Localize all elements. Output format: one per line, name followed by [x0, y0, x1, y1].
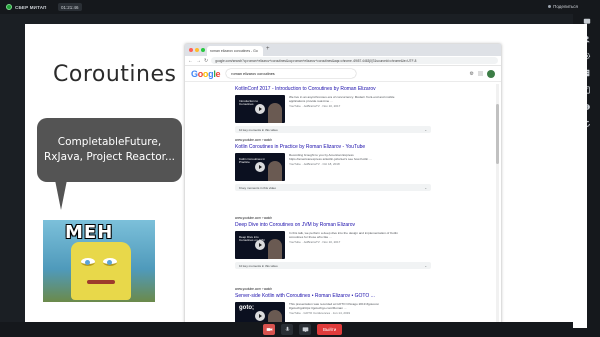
result-url: www.youtube.com › watch [235, 138, 273, 142]
microphone-toggle-button[interactable] [281, 324, 293, 335]
screen-share-button[interactable] [299, 324, 311, 335]
camera-off-icon [266, 328, 272, 331]
result-title-link[interactable]: Server-side Kotlin with Coroutines • Rom… [235, 293, 435, 299]
leave-button[interactable]: Выйти [317, 324, 343, 335]
screen-share-icon [302, 327, 308, 332]
chevron-down-icon: ⌄ [424, 263, 427, 268]
bottom-control-bar: Выйти [0, 322, 573, 337]
slide: Coroutines CompletableFuture, RxJava, Pr… [25, 24, 587, 332]
result-meta: YouTube · GOTO Conferences · Jun 14, 201… [289, 310, 351, 315]
scrollbar[interactable] [496, 84, 499, 324]
scrollbar-thumb[interactable] [496, 104, 499, 164]
presentation-stage: Coroutines CompletableFuture, RxJava, Pr… [0, 14, 587, 332]
google-search-input[interactable]: roman elizarov coroutines [226, 69, 356, 78]
share-icon [548, 5, 552, 8]
browser-tab-strip: roman elizarov coroutines - Go + [185, 44, 501, 56]
video-thumbnail[interactable]: Introduction to Coroutines [235, 94, 285, 123]
key-moments-toggle[interactable]: 9 key moments in this video ⌄ [235, 183, 431, 191]
reload-icon[interactable]: ↻ [204, 58, 208, 64]
key-moments-toggle[interactable]: 10 key moments in this video ⌄ [235, 261, 431, 269]
result-snippet: In this talk, we perform a deep dive int… [289, 230, 398, 239]
camera-toggle-button[interactable] [263, 324, 275, 335]
result-snippet: We live in an asynchronous era of concur… [289, 94, 395, 103]
search-result: www.youtube.com › watch Deep Dive into C… [235, 216, 435, 269]
call-controls: Выйти [263, 324, 343, 335]
top-bar: СБЕР МИТАП 01:21:46 Поделиться [0, 0, 600, 14]
result-meta: YouTube · JetBrainsTV · Nov 10, 2017 [289, 239, 341, 244]
result-snippet: Recording brought to you by American Exp… [289, 152, 372, 161]
search-result: KotlinConf 2017 - Introduction to Corout… [235, 84, 435, 133]
browser-window: roman elizarov coroutines - Go + ← → ↻ g… [185, 44, 501, 332]
result-snippet: This presentation was recorded at GOTO C… [289, 301, 380, 310]
maximize-window-icon[interactable] [201, 48, 205, 52]
close-window-icon[interactable] [189, 48, 193, 52]
video-thumbnail[interactable]: Kotlin Coroutines in Practice [235, 152, 285, 181]
window-controls [189, 48, 205, 52]
address-row: ← → ↻ google.com/search?q=roman+elizarov… [185, 56, 501, 66]
settings-icon[interactable]: ⚙ [470, 71, 474, 77]
meme-caption: MEH [65, 222, 114, 243]
app-logo: СБЕР МИТАП [6, 3, 47, 11]
slide-title: Coroutines [53, 62, 177, 87]
share-label: Поделиться [553, 4, 578, 9]
result-title-link[interactable]: KotlinConf 2017 - Introduction to Corout… [235, 86, 435, 92]
play-icon[interactable] [255, 239, 265, 250]
back-arrow-icon[interactable]: ← [188, 58, 193, 64]
search-result: www.youtube.com › watch Kotlin Coroutine… [235, 138, 435, 191]
app-title: СБЕР МИТАП [15, 4, 47, 10]
chevron-down-icon: ⌄ [424, 185, 427, 190]
minimize-window-icon[interactable] [195, 48, 199, 52]
video-thumbnail[interactable]: Deep Dive into Coroutines on JVM [235, 230, 285, 259]
google-search-header: Google roman elizarov coroutines ⚙ [185, 66, 501, 82]
account-avatar[interactable] [487, 69, 495, 78]
result-url: www.youtube.com › watch [235, 216, 273, 220]
key-moments-toggle[interactable]: 10 key moments in this video ⌄ [235, 125, 431, 133]
address-bar[interactable]: google.com/search?q=roman+elizarov+corou… [211, 57, 498, 64]
new-tab-icon[interactable]: + [266, 46, 270, 52]
result-meta: YouTube · JetBrainsTV · Nov 10, 2017 [289, 103, 341, 108]
chevron-down-icon: ⌄ [424, 127, 427, 132]
result-title-link[interactable]: Deep Dive into Coroutines on JVM by Roma… [235, 222, 435, 228]
result-url: www.youtube.com › watch [235, 287, 273, 291]
play-icon[interactable] [255, 103, 265, 114]
session-timer: 01:21:46 [58, 3, 82, 11]
microphone-icon [285, 326, 289, 332]
speech-bubble: CompletableFuture, RxJava, Project React… [37, 118, 182, 182]
forward-arrow-icon[interactable]: → [196, 58, 201, 64]
browser-tab[interactable]: roman elizarov coroutines - Go [207, 46, 263, 56]
result-title-link[interactable]: Kotlin Coroutines in Practice by Roman E… [235, 144, 435, 150]
share-button[interactable]: Поделиться [548, 4, 578, 9]
bubble-line-2: RxJava, Project Reactor... [43, 151, 176, 163]
play-icon[interactable] [255, 310, 265, 321]
bubble-line-1: CompletableFuture, [57, 136, 162, 148]
google-logo[interactable]: Google [191, 69, 221, 79]
result-meta: YouTube · JetBrainsTV · Oct 18, 2018 [289, 161, 340, 166]
apps-grid-icon[interactable] [478, 71, 483, 76]
spongebob-face [71, 242, 131, 300]
spongebob-meme-image: MEH [43, 220, 155, 302]
speech-bubble-tail [55, 180, 67, 210]
play-icon[interactable] [255, 161, 265, 172]
sber-logo-icon [6, 4, 12, 10]
